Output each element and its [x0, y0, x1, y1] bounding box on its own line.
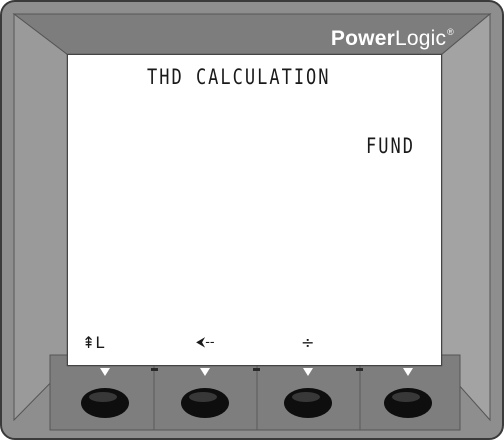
- logo-part-logic: Logic: [394, 27, 447, 50]
- softkey-2-button[interactable]: [178, 384, 232, 420]
- logo-part-power: Power: [330, 27, 395, 50]
- screen-value: FUND: [366, 134, 415, 159]
- softkey-1-button[interactable]: [78, 384, 132, 420]
- back-arrow-icon: ⮜--: [196, 335, 215, 350]
- lcd-screen: THD CALCULATION FUND: [68, 55, 441, 320]
- registered-mark: ®: [447, 27, 454, 37]
- screen-title: THD CALCULATION: [147, 65, 331, 90]
- powerlogic-logo: PowerLogic®: [331, 27, 454, 51]
- softkey-4-button[interactable]: [381, 384, 435, 420]
- phase-up-icon: ⇞L: [82, 333, 105, 352]
- divide-icon: ÷: [301, 333, 315, 352]
- softkey-3-button[interactable]: [281, 384, 335, 420]
- power-meter-panel: PowerLogic® THD CALCULATION FUND ⇞L ⮜-- …: [0, 0, 504, 440]
- softkey-label-bar: ⇞L ⮜-- ÷: [68, 320, 441, 365]
